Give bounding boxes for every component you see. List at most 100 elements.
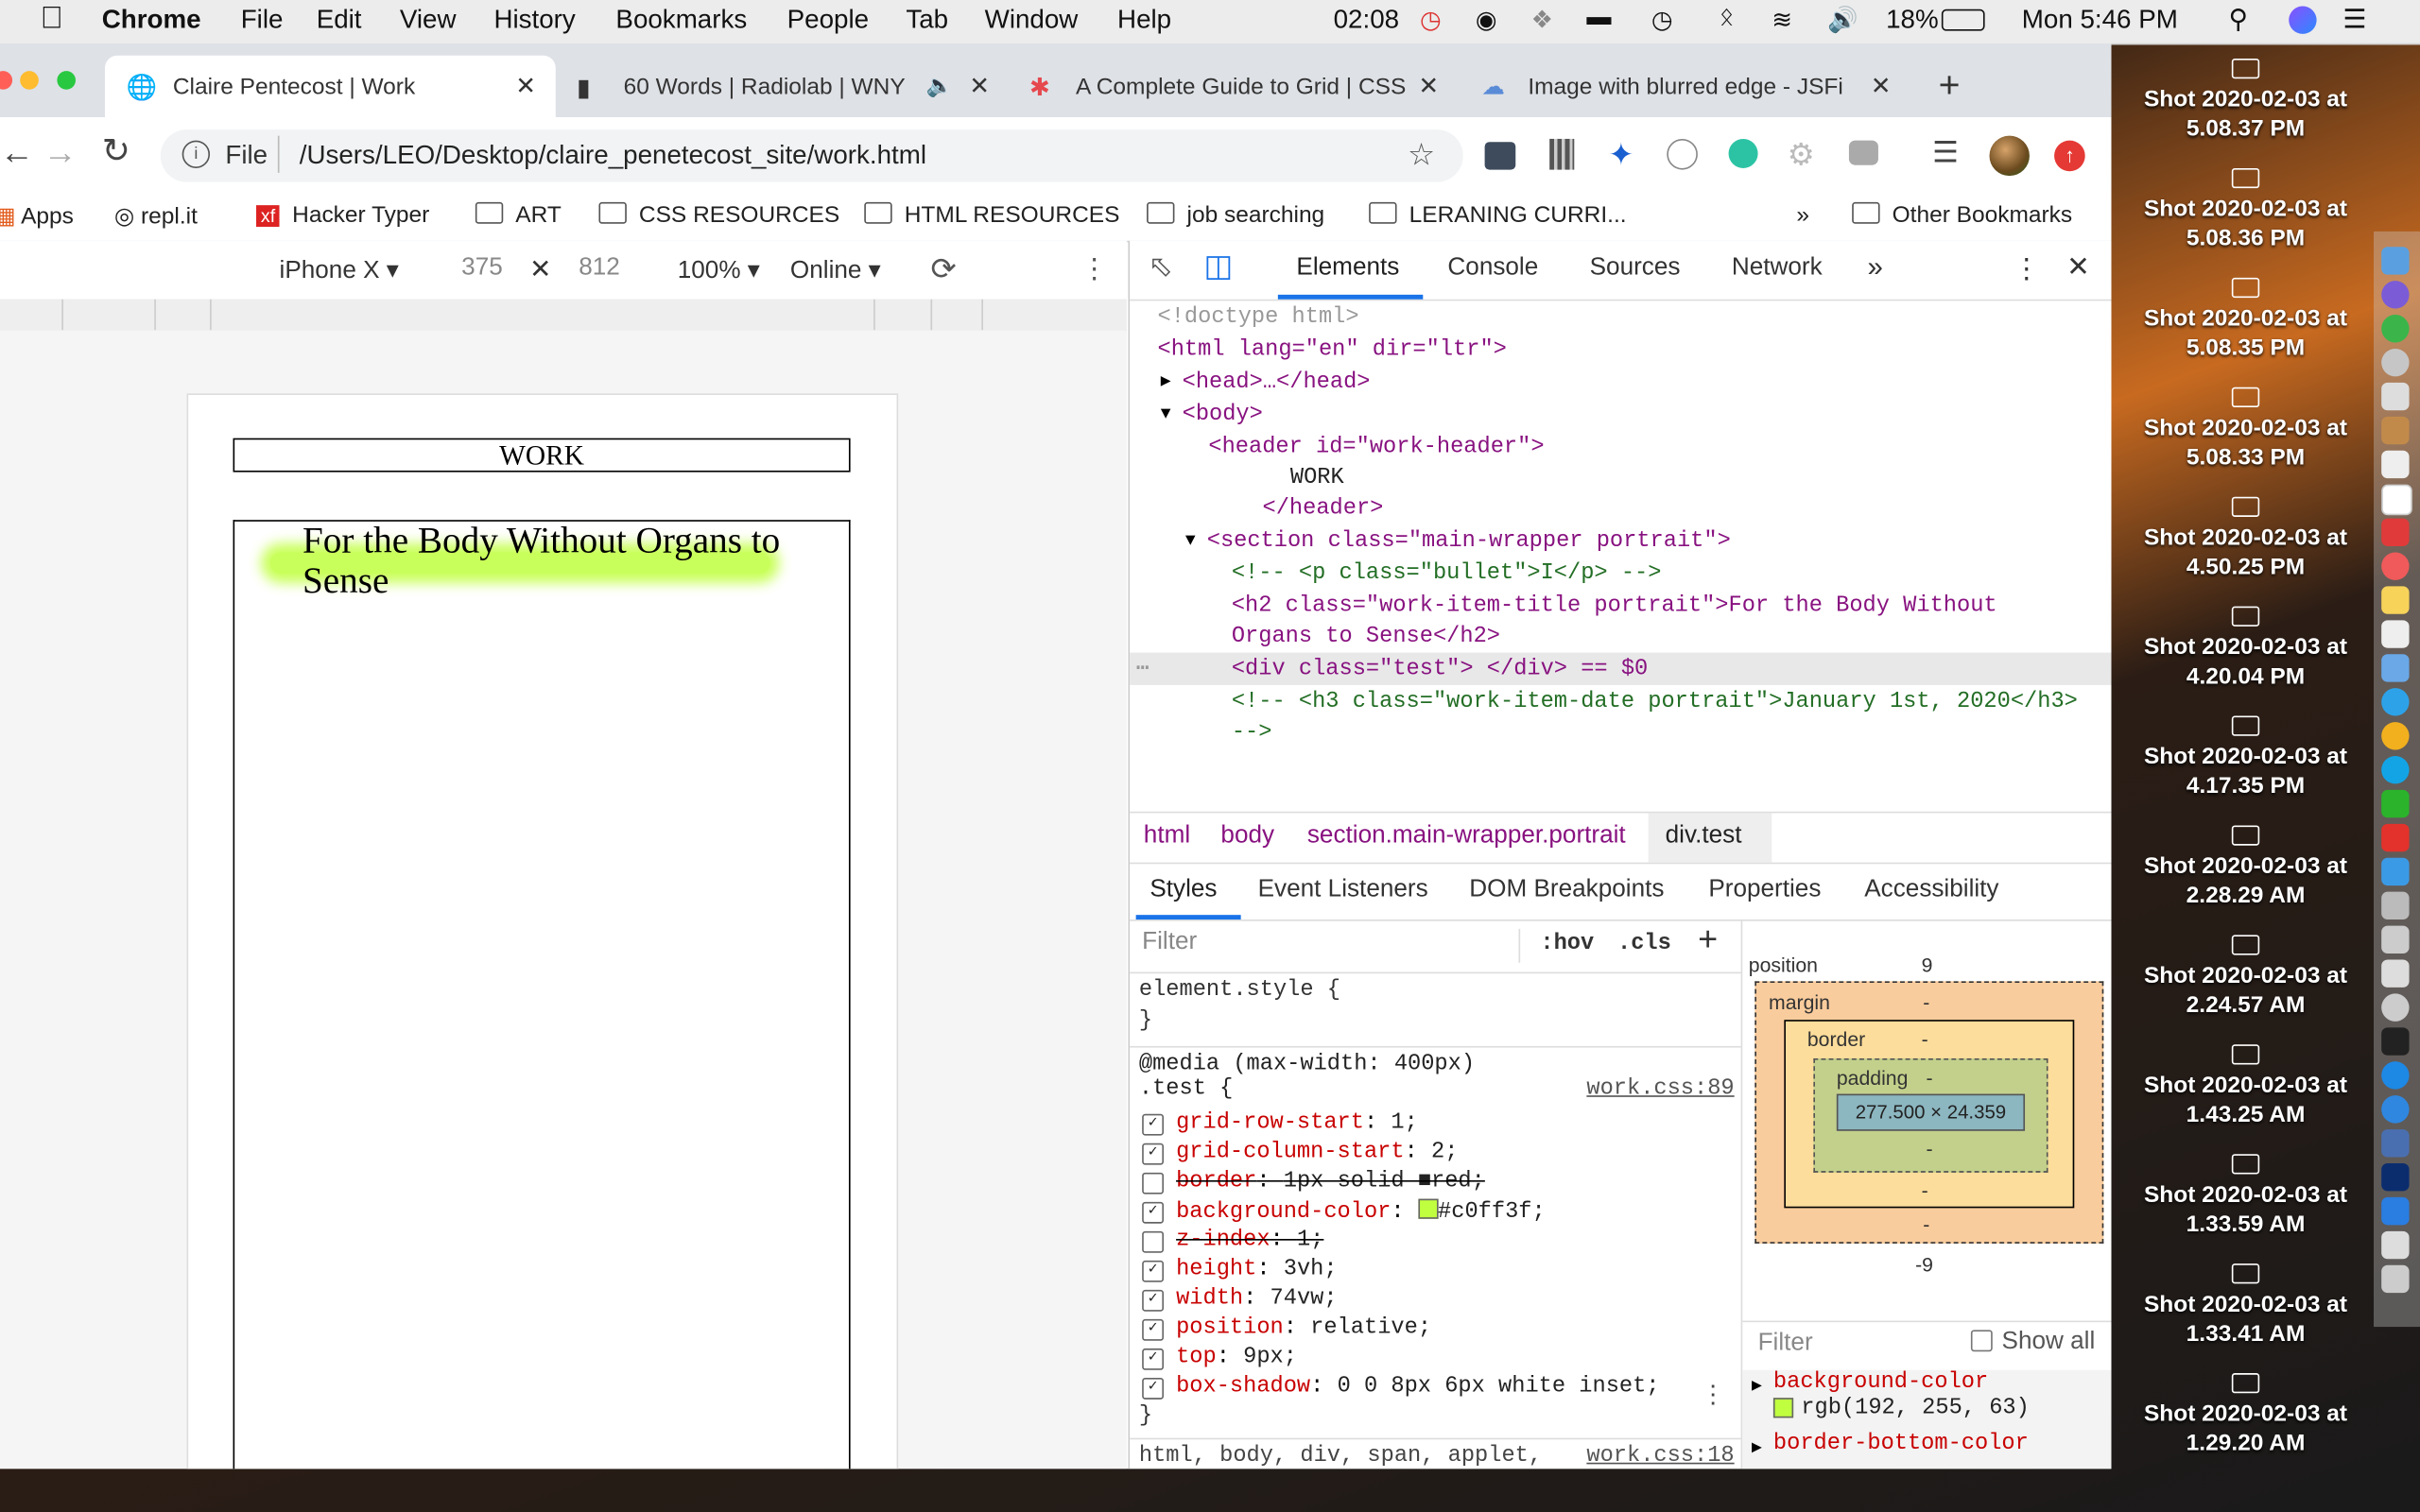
desktop-file[interactable]: Shot 2020-02-03 at 1.33.59 AM	[2115, 1154, 2377, 1239]
extension-icon-7[interactable]	[1848, 140, 1878, 165]
notes-icon[interactable]	[2381, 586, 2410, 614]
bookmark-star-icon[interactable]: ☆	[1408, 136, 1435, 175]
inspect-element-icon[interactable]: ⬁	[1149, 249, 1173, 285]
calendar-icon[interactable]	[2381, 484, 2412, 516]
dom-line[interactable]: <!-- <h3 class="work-item-date portrait"…	[1232, 687, 2078, 719]
extension-icon-3[interactable]: ✦	[1608, 136, 1634, 175]
devtools-close-icon[interactable]: ✕	[2066, 251, 2090, 284]
tab[interactable]: ▮ 60 Words | Radiolab | WNY 🔈 ✕	[559, 56, 1006, 117]
desktop-file[interactable]: Shot 2020-02-03 at 5.08.33 PM	[2115, 387, 2377, 472]
network-throttle-select[interactable]: Online ▾	[790, 254, 881, 285]
declaration[interactable]: grid-row-start: 1;	[1176, 1111, 1418, 1136]
app-icon[interactable]	[2381, 823, 2410, 852]
property-checkbox[interactable]: ✓	[1142, 1143, 1165, 1165]
app-icon[interactable]	[2381, 416, 2410, 445]
address-url[interactable]: /Users/LEO/Desktop/claire_penetecost_sit…	[300, 141, 926, 172]
desktop-file[interactable]: Shot 2020-02-03 at 5.08.35 PM	[2115, 277, 2377, 363]
menu-edit[interactable]: Edit	[317, 5, 362, 36]
desktop-file[interactable]: Shot 2020-02-03 at 1.43.25 AM	[2115, 1044, 2377, 1129]
collapse-arrow-icon[interactable]: ▼	[1161, 400, 1171, 432]
app-icon[interactable]	[2381, 518, 2410, 546]
app-icon[interactable]	[2381, 857, 2410, 886]
dom-line[interactable]: </header>	[1263, 493, 1384, 525]
dom-line[interactable]: <header id="work-header">	[1208, 432, 1544, 464]
rule-more-icon[interactable]: ⋮	[1701, 1380, 1725, 1410]
tab-console[interactable]: Console	[1447, 254, 1538, 282]
property-checkbox[interactable]	[1142, 1230, 1165, 1253]
terminal-icon[interactable]	[2381, 1027, 2410, 1056]
bookmark-folder-jobs[interactable]: job searching	[1147, 201, 1324, 229]
forward-button[interactable]: →	[43, 132, 78, 172]
update-icon[interactable]: ↑	[2054, 140, 2085, 172]
extension-icon-5[interactable]	[1728, 138, 1758, 168]
expand-arrow-icon[interactable]: ▶	[1752, 1436, 1762, 1458]
cls-button[interactable]: .cls	[1617, 932, 1671, 956]
content-box-dimensions[interactable]: 277.500 × 24.359	[1836, 1093, 2026, 1131]
bookmark-apps[interactable]: ▦ Apps	[0, 202, 74, 231]
expand-arrow-icon[interactable]: ▶	[1161, 368, 1171, 400]
trash-icon[interactable]	[2381, 1264, 2410, 1294]
menu-people[interactable]: People	[787, 5, 869, 36]
device-height-input[interactable]: 812	[579, 254, 620, 282]
source-link[interactable]: work.css:18	[1586, 1444, 1734, 1469]
declaration[interactable]: top: 9px;	[1176, 1346, 1297, 1370]
tab-close-icon[interactable]: ✕	[1418, 71, 1439, 102]
dropbox-icon[interactable]: ❖	[1531, 5, 1553, 36]
tab-sources[interactable]: Sources	[1590, 254, 1681, 282]
app-icon[interactable]	[2381, 1129, 2410, 1158]
border-top-value[interactable]: -	[1922, 1027, 1928, 1050]
padding-bottom-value[interactable]: -	[1927, 1137, 1933, 1160]
declaration[interactable]: grid-column-start: 2;	[1176, 1141, 1458, 1165]
desktop-file[interactable]: Shot 2020-02-03 at 4.17.35 PM	[2115, 715, 2377, 801]
display-icon[interactable]: ▬	[1586, 5, 1611, 32]
dom-line[interactable]: -->	[1232, 717, 1272, 749]
help-icon[interactable]	[2381, 891, 2410, 920]
app-icon[interactable]	[2381, 993, 2410, 1022]
close-window-button[interactable]	[0, 71, 13, 90]
dom-line[interactable]: <body>	[1183, 400, 1263, 432]
device-more-icon[interactable]: ⋮	[1080, 253, 1108, 285]
tab[interactable]: ✱ A Complete Guide to Grid | CSS ✕	[1011, 56, 1458, 117]
battery-icon[interactable]	[1941, 9, 1985, 31]
messages-icon[interactable]	[2381, 789, 2410, 818]
declaration[interactable]: width: 74vw;	[1176, 1287, 1338, 1312]
back-button[interactable]: ←	[0, 132, 34, 172]
timer-readout[interactable]: 02:08	[1334, 5, 1399, 36]
computed-property[interactable]: border-bottom-color	[1773, 1432, 2029, 1456]
tab-accessibility[interactable]: Accessibility	[1864, 876, 1998, 903]
padding-top-value[interactable]: -	[1927, 1066, 1933, 1089]
audio-playing-icon[interactable]: 🔈	[926, 73, 953, 99]
bookmark-folder-other[interactable]: Other Bookmarks	[1852, 201, 2072, 229]
app-icon[interactable]	[2381, 959, 2410, 988]
info-icon[interactable]: i	[182, 140, 211, 168]
desktop-file[interactable]: Shot 2020-02-03 at 2.28.29 AM	[2115, 825, 2377, 910]
property-checkbox[interactable]: ✓	[1142, 1113, 1165, 1136]
property-checkbox[interactable]: ✓	[1142, 1348, 1165, 1370]
desktop-file[interactable]: Shot 2020-02-03 at 1.33.41 AM	[2115, 1263, 2377, 1349]
time-machine-icon[interactable]: ◷	[1651, 5, 1673, 36]
status-icon[interactable]: ◉	[1476, 5, 1497, 36]
volume-icon[interactable]: 🔊	[1827, 5, 1858, 36]
dom-line[interactable]: <h2 class="work-item-title portrait">For…	[1232, 591, 1997, 623]
menu-help[interactable]: Help	[1117, 5, 1171, 36]
extension-icon-6[interactable]: ⚙	[1788, 136, 1815, 175]
menu-window[interactable]: Window	[985, 5, 1079, 36]
dom-line[interactable]: Organs to Sense</h2>	[1232, 622, 1500, 654]
minimize-window-button[interactable]	[20, 71, 39, 90]
declaration[interactable]: box-shadow: 0 0 8px 6px white inset;	[1176, 1375, 1725, 1400]
reload-button[interactable]: ↻	[102, 131, 130, 171]
media-control-icon[interactable]: ☰	[1932, 136, 1959, 172]
computed-property[interactable]: background-color	[1773, 1370, 1988, 1395]
tab-elements[interactable]: Elements	[1296, 254, 1399, 282]
property-checkbox[interactable]: ✓	[1142, 1260, 1165, 1282]
extension-icon-4[interactable]	[1667, 138, 1698, 170]
launchpad-icon[interactable]	[2381, 281, 2410, 309]
dom-line[interactable]: <!-- <p class="bullet">I</p> -->	[1232, 558, 1662, 591]
bluetooth-icon[interactable]	[2381, 1196, 2410, 1226]
rule-selector[interactable]: html, body, div, span, applet,	[1139, 1444, 1542, 1469]
menu-bookmarks[interactable]: Bookmarks	[615, 5, 747, 36]
tab-close-icon[interactable]: ✕	[1871, 71, 1892, 102]
tab-properties[interactable]: Properties	[1708, 876, 1821, 903]
dom-line[interactable]: <head>…</head>	[1183, 368, 1371, 400]
more-tabs-button[interactable]: »	[1868, 251, 1883, 284]
